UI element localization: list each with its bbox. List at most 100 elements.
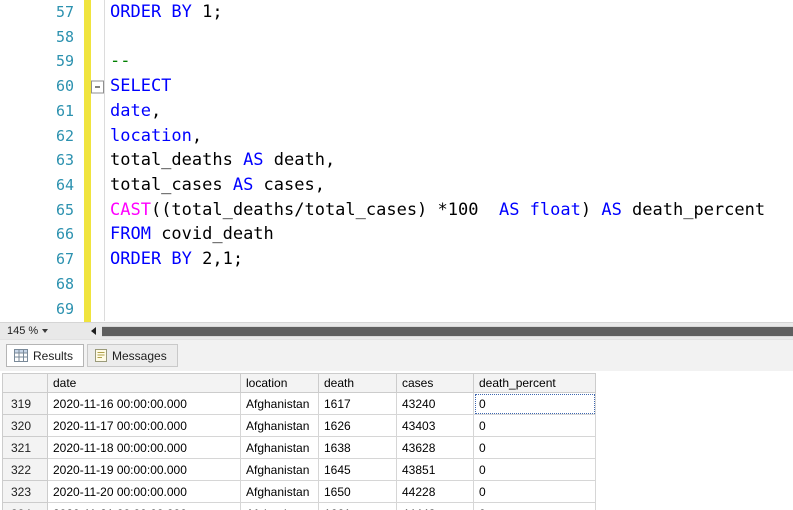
editor-bottom-bar: 145 % [0,322,793,339]
grid-cell[interactable]: 0 [473,480,596,503]
grid-cell[interactable]: 43628 [396,436,474,459]
grid-cell[interactable]: Afghanistan [240,436,319,459]
tab-results[interactable]: Results [6,344,85,367]
fold-margin [78,148,104,173]
code-line[interactable]: 68 [0,271,793,297]
grid-cell[interactable]: 1645 [318,458,397,481]
tab-messages[interactable]: Messages [87,344,178,367]
grid-cell[interactable]: Afghanistan [240,392,319,415]
corner-cell[interactable] [2,373,48,393]
grid-cell[interactable]: 2020-11-18 00:00:00.000 [47,436,241,459]
grid-cell[interactable]: Afghanistan [240,480,319,503]
results-grid-icon [14,349,28,362]
grid-cell[interactable]: 0 [473,436,596,459]
code-line[interactable]: 69 [0,296,793,322]
code-segment: 2,1; [191,249,244,270]
code-text: location, [104,123,793,149]
grid-cell[interactable]: 1617 [318,392,397,415]
grid-cell[interactable]: 44228 [396,480,474,503]
grid-cell[interactable]: 43403 [396,414,474,437]
code-text [104,296,793,322]
row-number[interactable]: 323 [2,480,48,503]
row-number[interactable]: 324 [2,502,48,510]
code-line[interactable]: 65 CAST((total_deaths/total_cases) *100 A… [0,197,793,223]
code-line[interactable]: 63 total_deaths AS death, [0,148,793,174]
code-text: ORDER BY 2,1; [104,247,793,272]
line-number: 67 [55,250,74,269]
grid-cell[interactable]: 1626 [318,414,397,437]
fold-margin [78,0,104,25]
grid-cell[interactable]: 0 [473,458,596,481]
left-arrow-icon [90,327,96,335]
table-row: 319 2020-11-16 00:00:00.000 Afghanistan 161… [2,392,596,415]
grid-cell[interactable]: 44443 [396,502,474,510]
grid-cell[interactable]: 2020-11-20 00:00:00.000 [47,480,241,503]
column-header-location[interactable]: location [240,373,319,393]
code-text: date, [104,98,793,124]
grid-cell[interactable]: 1638 [318,436,397,459]
column-header-cases[interactable]: cases [396,373,474,393]
code-segment: location [110,125,192,146]
row-number[interactable]: 322 [2,458,48,481]
grid-cell[interactable]: 2020-11-21 00:00:00.000 [47,502,241,510]
code-segment: CAST [110,199,151,220]
grid-cell[interactable]: 0 [473,392,596,415]
table-row: 322 2020-11-19 00:00:00.000 Afghanistan 164… [2,458,596,481]
grid-cell[interactable]: Afghanistan [240,502,319,510]
scrollbar-thumb[interactable] [102,326,793,336]
code-line[interactable]: 61 date, [0,98,793,124]
scroll-left-button[interactable] [84,323,102,339]
code-segment: ORDER BY [110,249,192,270]
fold-margin [78,124,104,149]
grid-cell[interactable]: 1661 [318,502,397,510]
horizontal-scrollbar[interactable] [102,325,793,337]
grid-cell[interactable]: 0 [473,502,596,510]
code-segment: AS [243,150,264,171]
code-segment: cases, [253,175,325,196]
code-segment: date [110,100,151,121]
grid-cell[interactable]: 1650 [318,480,397,503]
sql-editor[interactable]: 57 ORDER BY 1; 58 59 -- 60 SELECT 61 date, 62 loca… [0,0,793,322]
code-text [104,24,793,50]
grid-cell[interactable]: Afghanistan [240,458,319,481]
row-number[interactable]: 319 [2,392,48,415]
code-line[interactable]: 57 ORDER BY 1; [0,0,793,25]
code-segment: AS [601,199,622,220]
column-header-death-percent[interactable]: death_percent [473,373,596,393]
code-line[interactable]: 58 [0,24,793,50]
grid-cell[interactable]: Afghanistan [240,414,319,437]
code-segment: total_cases [110,175,233,196]
code-line[interactable]: 66 FROM covid_death [0,222,793,248]
column-header-death[interactable]: death [318,373,397,393]
code-segment: -- [110,51,131,72]
grid-cell[interactable]: 43851 [396,458,474,481]
code-text: ORDER BY 1; [104,0,793,25]
code-line[interactable]: 60 SELECT [0,74,793,99]
code-segment: AS float [498,199,581,220]
chevron-down-icon [42,329,49,333]
grid-cell[interactable]: 43240 [396,392,474,415]
fold-margin [78,272,104,297]
grid-cell[interactable]: 2020-11-19 00:00:00.000 [47,458,241,481]
table-row: 320 2020-11-17 00:00:00.000 Afghanistan 162… [2,414,596,437]
tab-label: Messages [112,348,167,363]
header-row: date location death cases death_percent [2,373,596,393]
code-line[interactable]: 64 total_cases AS cases, [0,173,793,198]
code-line[interactable]: 62 location, [0,123,793,149]
zoom-level: 145 % [7,325,39,337]
tab-label: Results [33,348,74,363]
row-number[interactable]: 320 [2,414,48,437]
column-header-date[interactable]: date [47,373,241,393]
grid-cell[interactable]: 2020-11-17 00:00:00.000 [47,414,241,437]
fold-margin [78,74,104,99]
grid-cell[interactable]: 0 [473,414,596,437]
row-number[interactable]: 321 [2,436,48,459]
collapse-region-icon[interactable] [91,80,104,94]
grid-cell[interactable]: 2020-11-16 00:00:00.000 [47,392,241,415]
code-line[interactable]: 59 -- [0,49,793,75]
code-segment: ((total_deaths/total_cases) *100 [150,199,499,220]
code-line[interactable]: 67 ORDER BY 2,1; [0,247,793,272]
zoom-control[interactable]: 145 % [0,325,84,337]
line-number: 61 [55,101,74,120]
code-text: total_cases AS cases, [104,173,793,198]
